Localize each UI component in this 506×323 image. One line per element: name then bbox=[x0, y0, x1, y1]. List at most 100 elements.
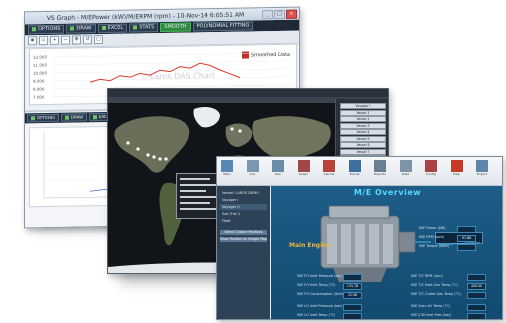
vessel-marker[interactable] bbox=[146, 153, 150, 157]
vessel-marker[interactable] bbox=[136, 147, 140, 151]
minimize-button[interactable]: _ bbox=[262, 9, 273, 19]
ribbon-icon[interactable] bbox=[399, 160, 412, 172]
reset-icon[interactable]: ↺ bbox=[83, 35, 92, 45]
y-tick-label: 11.000 bbox=[33, 62, 47, 67]
zoom-out-icon[interactable]: − bbox=[61, 35, 70, 45]
options-button[interactable]: OPTIONS bbox=[28, 24, 65, 35]
nav-action-button[interactable]: Show Position on Google Map bbox=[220, 237, 267, 242]
window-title: VS Graph - M/EPower (kW)/M/ERPM (rpm) - … bbox=[46, 11, 245, 22]
nav-item[interactable]: Fleet bbox=[220, 218, 267, 224]
ribbon-icon[interactable] bbox=[221, 160, 233, 172]
reading-label: M/E T/C Inlet Gas Temp (°C) bbox=[411, 283, 458, 287]
reading-label: M/E RPM (rpm) bbox=[419, 235, 445, 239]
reading-value bbox=[467, 304, 486, 311]
reading-label: M/E Power (kW) bbox=[419, 226, 446, 230]
engine-label: Main Engine bbox=[289, 242, 331, 249]
reading-value bbox=[457, 226, 476, 233]
maximize-button[interactable]: □ bbox=[274, 9, 285, 19]
ribbon-label[interactable]: Main bbox=[219, 172, 235, 177]
vessel-marker[interactable] bbox=[158, 157, 162, 161]
pan-icon[interactable]: ✥ bbox=[72, 35, 81, 45]
popup-line bbox=[180, 190, 206, 192]
ribbon-label[interactable]: Config bbox=[423, 172, 439, 177]
ribbon-icon[interactable] bbox=[425, 160, 437, 172]
lower-draw-button[interactable]: DRAW bbox=[60, 113, 88, 122]
vessel-marker[interactable] bbox=[230, 127, 234, 131]
draw-button[interactable]: DRAW bbox=[66, 24, 96, 34]
reading-value bbox=[343, 313, 362, 319]
ribbon-icon[interactable] bbox=[374, 160, 386, 172]
ribbon-label[interactable]: Aux bbox=[245, 172, 261, 177]
reading-label: M/E T/C RPM (rpm) bbox=[411, 274, 443, 278]
popup-line bbox=[180, 178, 210, 180]
y-tick-label: 12.000 bbox=[33, 54, 47, 59]
nav-item[interactable]: Voyager II bbox=[220, 204, 267, 210]
ribbon-icon[interactable] bbox=[323, 160, 335, 172]
reading-value bbox=[457, 244, 476, 251]
reading-label: M/E FO Inlet Temp (°C) bbox=[297, 283, 336, 287]
ribbon-icon[interactable] bbox=[297, 160, 310, 172]
close-button[interactable]: x bbox=[286, 9, 297, 19]
popup-line bbox=[180, 184, 218, 186]
reading-value: 31.56 bbox=[343, 292, 362, 299]
vessel-marker[interactable] bbox=[238, 129, 242, 133]
vessel-list-item[interactable]: Voyager I bbox=[340, 103, 386, 109]
zoom-in-icon[interactable]: + bbox=[50, 35, 59, 45]
nav-item[interactable]: Vessel: LAROS DEMO bbox=[220, 190, 267, 196]
ribbon-icon[interactable] bbox=[450, 160, 463, 172]
vessel-marker[interactable] bbox=[152, 155, 156, 159]
nav-item[interactable]: Voyager I bbox=[220, 197, 267, 203]
select-icon[interactable]: ▢ bbox=[94, 35, 103, 45]
save-icon[interactable]: ▪ bbox=[28, 36, 37, 46]
ribbon-icon[interactable] bbox=[348, 160, 361, 172]
ribbon-toolbar: Main Aux Gen Graph Alarms Trends Reports Data Co… bbox=[217, 157, 502, 186]
popup-line bbox=[180, 196, 216, 198]
reading-value bbox=[467, 274, 486, 281]
polynomial-fitting-button[interactable]: POLYNOMIAL FITTING bbox=[192, 21, 254, 32]
ribbon-label[interactable]: Graph bbox=[296, 172, 312, 177]
ribbon-label[interactable]: Gen bbox=[270, 172, 286, 177]
vessel-marker[interactable] bbox=[126, 141, 130, 145]
ribbon-label[interactable]: Reports bbox=[372, 172, 388, 177]
lower-options-button[interactable]: OPTIONS bbox=[27, 113, 59, 123]
vessel-list-item[interactable]: Vessel 2 bbox=[340, 116, 386, 122]
stats-button[interactable]: STATS bbox=[129, 23, 159, 33]
excel-button[interactable]: EXCEL bbox=[97, 23, 128, 34]
ribbon-label[interactable]: Alarms bbox=[321, 172, 337, 177]
print-icon[interactable]: ▫ bbox=[39, 35, 48, 46]
reading-label: M/E LO Inlet Pressure (bar) bbox=[297, 304, 343, 308]
chart-watermark: Laros DAS Chart bbox=[150, 71, 215, 81]
nav-item[interactable]: Sea Trial 1 bbox=[220, 211, 267, 217]
ribbon-icon[interactable] bbox=[246, 160, 259, 172]
y-tick-label: 7.000 bbox=[33, 95, 45, 100]
y-tick-label: 8.000 bbox=[33, 87, 45, 92]
vessel-list-item[interactable]: Vessel 1 bbox=[340, 109, 386, 116]
ribbon-icon[interactable] bbox=[272, 160, 284, 172]
smooth-button[interactable]: SMOOTH bbox=[160, 22, 191, 33]
map-titlebar bbox=[108, 89, 388, 97]
ribbon-label[interactable]: Trends bbox=[347, 172, 363, 177]
reading-label: M/E JCW Inlet Pres (bar) bbox=[411, 313, 452, 317]
reading-value: 97.88 bbox=[457, 235, 476, 242]
y-tick-label: 9.000 bbox=[33, 79, 45, 84]
popup-line bbox=[180, 202, 210, 204]
vessel-list-item[interactable]: Vessel 3 bbox=[340, 122, 386, 129]
ribbon-label[interactable]: Data bbox=[398, 172, 414, 177]
reading-label: M/E T/C Outlet Gas Temp (°C) bbox=[411, 292, 461, 296]
navigation-panel: Vessel: LAROS DEMO Voyager I Voyager II Sea… bbox=[217, 186, 270, 319]
ribbon-icon[interactable] bbox=[476, 160, 488, 172]
gridline bbox=[52, 60, 292, 66]
reading-value bbox=[343, 304, 362, 311]
reading-label: M/E Scav Air Temp (°C) bbox=[411, 304, 451, 308]
popup-line bbox=[180, 208, 220, 210]
reading-label: M/E LO Inlet Temp (°C) bbox=[297, 313, 336, 317]
ribbon-label[interactable]: Help bbox=[449, 172, 465, 177]
vessel-list-item[interactable]: Vessel 7 bbox=[340, 148, 386, 155]
vessel-list-item[interactable]: Vessel 6 bbox=[340, 142, 386, 148]
vessel-list-item[interactable]: Vessel 5 bbox=[340, 135, 386, 142]
ribbon-label[interactable]: Export bbox=[474, 172, 490, 177]
nav-action-button[interactable]: Select Custom Positions bbox=[220, 230, 267, 235]
vessel-marker[interactable] bbox=[164, 157, 168, 161]
me-overview-window: Main Aux Gen Graph Alarms Trends Reports Data Co… bbox=[216, 156, 503, 320]
vessel-list-item[interactable]: Vessel 4 bbox=[340, 129, 386, 135]
